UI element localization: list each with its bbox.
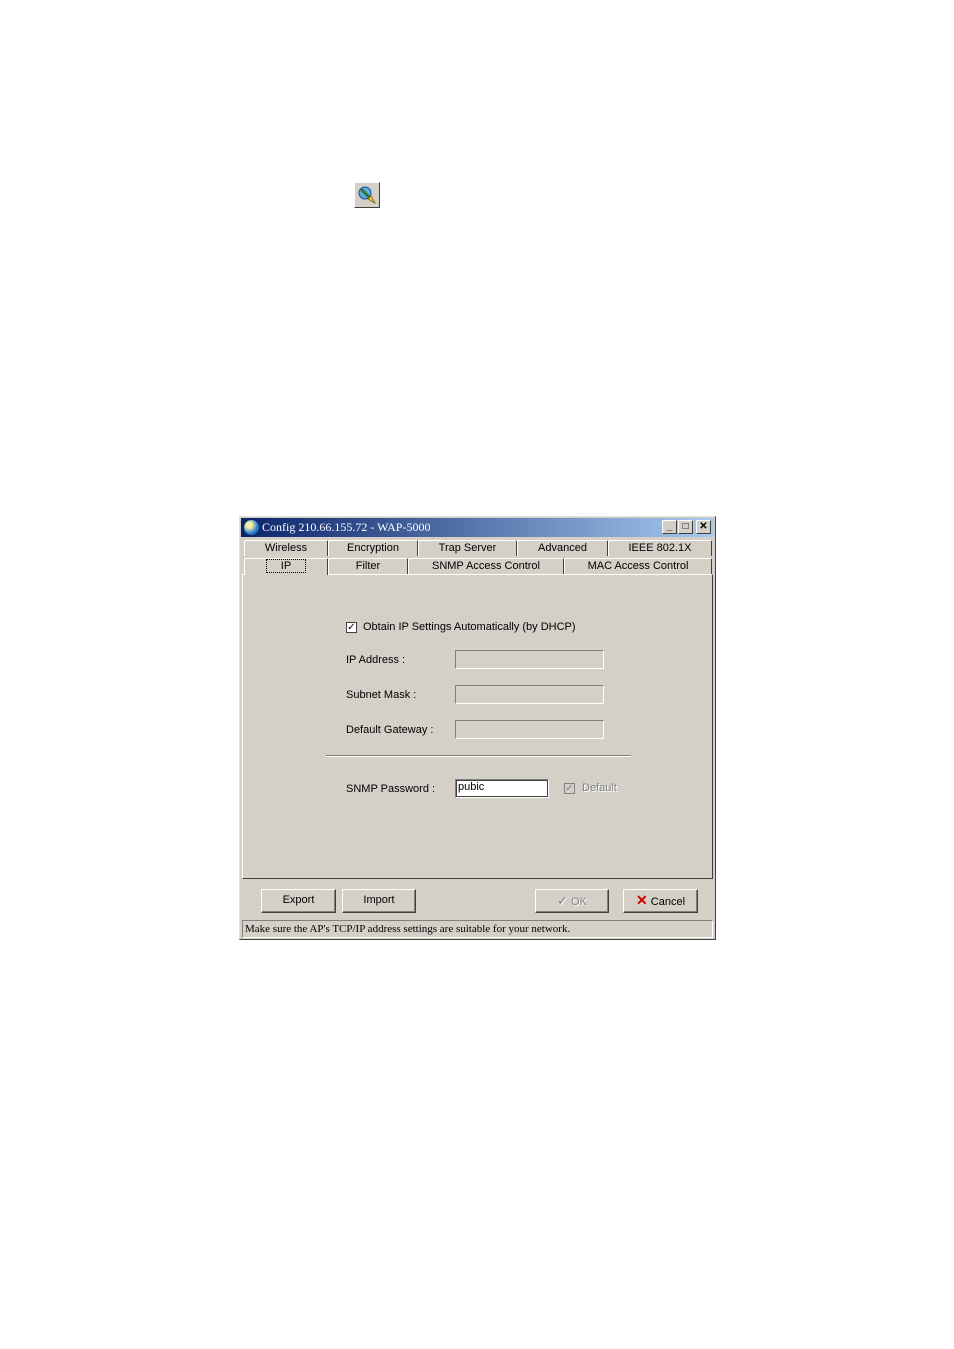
ip-settings-panel: ✓ Obtain IP Settings Automatically (by D…: [242, 574, 713, 879]
tab-advanced[interactable]: Advanced: [517, 540, 608, 556]
tab-mac-access-control[interactable]: MAC Access Control: [564, 558, 712, 574]
close-button[interactable]: ✕: [696, 520, 711, 534]
ok-button[interactable]: ✓ OK: [535, 889, 609, 913]
export-button[interactable]: Export: [261, 889, 336, 913]
tab-wireless[interactable]: Wireless: [244, 540, 328, 556]
check-icon: ✓: [557, 893, 568, 908]
title-bar[interactable]: Config 210.66.155.72 - WAP-5000 _ □ ✕: [241, 518, 714, 537]
cancel-button[interactable]: ✕ Cancel: [623, 889, 698, 913]
x-icon: ✕: [635, 892, 648, 908]
default-checkbox[interactable]: ✓: [564, 783, 575, 794]
config-tool-icon[interactable]: [354, 182, 380, 208]
import-button[interactable]: Import: [342, 889, 416, 913]
tab-trap-server[interactable]: Trap Server: [418, 540, 517, 556]
ip-address-label: IP Address :: [346, 654, 406, 666]
dhcp-label: Obtain IP Settings Automatically (by DHC…: [363, 621, 576, 633]
cancel-label: Cancel: [650, 896, 686, 908]
default-gateway-label: Default Gateway :: [346, 724, 434, 736]
snmp-password-input[interactable]: pubic: [455, 779, 549, 798]
maximize-button[interactable]: □: [678, 520, 693, 534]
minimize-button[interactable]: _: [662, 520, 677, 534]
window-title: Config 210.66.155.72 - WAP-5000: [262, 520, 431, 534]
separator: [326, 755, 631, 757]
dhcp-checkbox[interactable]: ✓: [346, 622, 357, 633]
tab-ip-label: IP: [265, 559, 307, 573]
snmp-password-label: SNMP Password :: [346, 783, 436, 795]
tab-encryption[interactable]: Encryption: [328, 540, 418, 556]
subnet-mask-label: Subnet Mask :: [346, 689, 417, 701]
ok-label: OK: [571, 896, 587, 908]
tab-snmp-access-control[interactable]: SNMP Access Control: [408, 558, 564, 574]
config-dialog: Config 210.66.155.72 - WAP-5000 _ □ ✕ Wi…: [239, 516, 716, 940]
app-globe-icon: [244, 520, 259, 535]
tab-ip[interactable]: IP: [244, 558, 328, 575]
tab-filter[interactable]: Filter: [328, 558, 408, 574]
subnet-mask-field[interactable]: [455, 685, 604, 704]
tab-ieee-8021x[interactable]: IEEE 802.1X: [608, 540, 712, 556]
status-bar: Make sure the AP's TCP/IP address settin…: [242, 920, 713, 938]
ip-address-field[interactable]: [455, 650, 604, 669]
default-label: Default: [582, 782, 617, 794]
default-gateway-field[interactable]: [455, 720, 604, 739]
